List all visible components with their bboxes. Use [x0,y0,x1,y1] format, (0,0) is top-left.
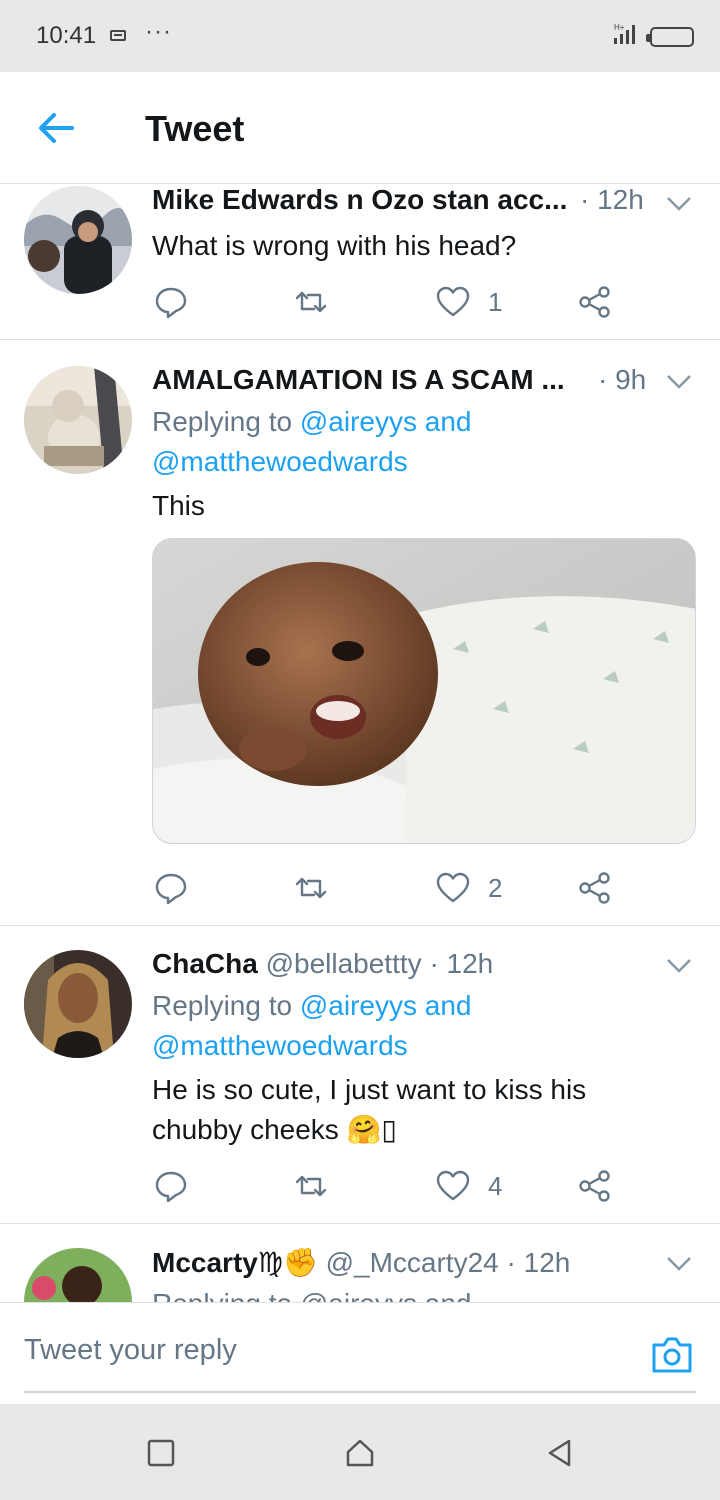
share-icon [579,1170,610,1202]
more-notifications-icon: ··· [145,18,172,45]
retweet-icon [295,291,327,313]
tweet-actions: 2 [152,868,622,908]
reply-composer: Tweet your reply [0,1302,720,1404]
system-nav-bar [0,1404,720,1500]
reply-icon [155,287,187,319]
tweet-actions: 4 [152,1166,622,1206]
tweet-text: What is wrong with his head? [152,230,517,261]
triangle-back-icon[interactable] [545,1438,575,1468]
author-name[interactable]: AMALGAMATION IS A SCAM ... [152,364,565,395]
svg-text:H+: H+ [614,23,625,32]
tweet-item[interactable]: Mccarty♍✊ @_Mccarty24 · 12h Replying to … [0,1224,720,1302]
heart-icon [436,286,470,317]
signal-icon: H+ [614,23,635,44]
author-name[interactable]: ChaCha [152,948,258,979]
reply-button[interactable] [154,868,188,908]
chevron-down-icon[interactable] [666,196,692,212]
replying-to: Replying to @aireyys and [152,406,472,437]
replying-to-continued: @matthewoedwards [152,1026,408,1066]
top-bar: Tweet [0,72,720,184]
status-time: 10:41 [36,22,97,49]
tweet-text: He is so cute, I just want to kiss his c… [152,1074,587,1145]
tweet-text: This [152,490,205,521]
tweet-header: Mccarty♍✊ @_Mccarty24 · 12h [152,1246,690,1286]
tweet-time: · 9h [598,364,647,395]
heart-icon [436,872,470,903]
square-icon[interactable] [146,1438,176,1468]
retweet-button[interactable] [294,1166,328,1206]
tweet-item[interactable]: ChaCha @bellabettty · 12h Replying to @a… [0,926,720,1224]
tweet-time: · 12h [429,948,494,979]
avatar[interactable] [24,950,132,1058]
mention-link[interactable]: @aireyys [300,990,417,1021]
avatar[interactable] [24,1248,132,1302]
share-button[interactable] [578,282,612,322]
mention-link[interactable]: @aireyys [300,406,417,437]
reply-button[interactable] [154,282,188,322]
like-button[interactable]: 2 [436,868,502,908]
tweet-item[interactable]: AMALGAMATION IS A SCAM ... · 9h Replying… [0,340,720,926]
replies-feed[interactable]: Mike Edwards n Ozo stan acc... · 12h Wha… [0,184,720,1302]
tweet-actions: 1 [152,282,622,322]
reply-button[interactable] [154,1166,188,1206]
mention-link[interactable]: @matthewoedwards [152,446,408,477]
tweet-time: · 12h [506,1247,571,1278]
status-bar: 10:41 ··· H+ [0,0,720,72]
like-button[interactable]: 1 [436,282,502,322]
name-emoji: ♍✊ [257,1247,318,1278]
retweet-icon [295,877,327,899]
replying-to: Replying to @aireyys and [152,1284,471,1302]
reply-icon [155,873,187,905]
battery-icon [646,27,694,47]
page-title: Tweet [145,108,245,149]
reply-icon [155,1171,187,1203]
retweet-icon [295,1175,327,1197]
mention-link[interactable]: @matthewoedwards [152,1030,408,1061]
author-handle[interactable]: @bellabettty [266,948,422,979]
like-button[interactable]: 4 [436,1166,502,1206]
house-icon[interactable] [345,1438,375,1468]
author-handle[interactable]: @_Mccarty24 [326,1247,499,1278]
retweet-button[interactable] [294,868,328,908]
tweet-header: ChaCha @bellabettty · 12h [152,948,690,988]
replying-to: Replying to @aireyys and [152,990,472,1021]
tweet-photo[interactable] [152,538,696,844]
message-notification-icon [110,30,126,41]
share-icon [579,286,610,318]
tweet-item[interactable]: Mike Edwards n Ozo stan acc... · 12h Wha… [0,184,720,340]
heart-icon [436,1170,470,1201]
replying-to-continued: @matthewoedwards [152,442,408,482]
share-icon [579,872,610,904]
retweet-button[interactable] [294,282,328,322]
like-count: 2 [488,872,503,903]
reply-input[interactable]: Tweet your reply [24,1325,624,1375]
camera-icon[interactable] [650,1335,694,1375]
share-button[interactable] [578,1166,612,1206]
avatar[interactable] [24,366,132,474]
chevron-down-icon[interactable] [666,1256,692,1272]
chevron-down-icon[interactable] [666,374,692,390]
author-name[interactable]: Mike Edwards n Ozo stan acc... [152,184,567,215]
back-arrow-icon[interactable] [34,106,78,150]
avatar[interactable] [24,186,132,294]
tweet-time: · 12h [580,184,644,215]
like-count: 4 [488,1170,503,1201]
author-name[interactable]: Mccarty [152,1247,258,1278]
chevron-down-icon[interactable] [666,958,692,974]
share-button[interactable] [578,868,612,908]
input-underline [24,1391,696,1393]
like-count: 1 [488,286,503,317]
